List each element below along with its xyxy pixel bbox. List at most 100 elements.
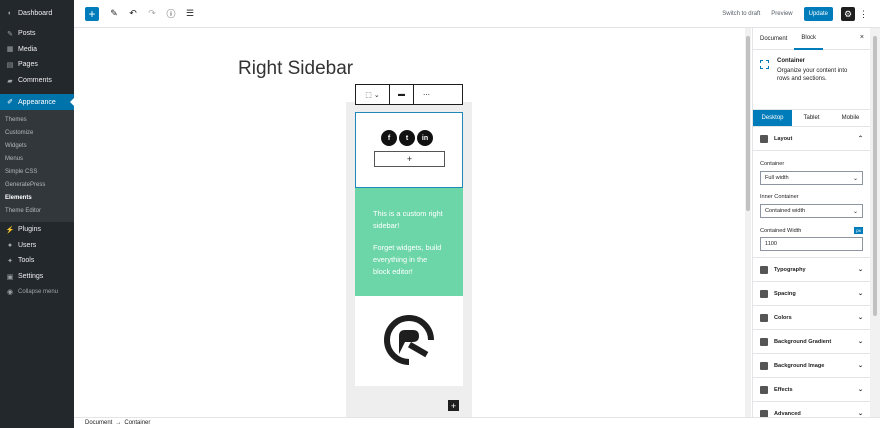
tab-mobile[interactable]: Mobile <box>831 110 870 126</box>
menu-pages[interactable]: ▤ Pages <box>0 57 74 73</box>
submenu-elements[interactable]: Elements <box>0 192 74 205</box>
tab-block[interactable]: Block <box>794 28 824 50</box>
section-typography[interactable]: Typography ⌄ <box>753 258 870 282</box>
contained-width-label: Contained Width <box>760 227 802 234</box>
linkedin-icon[interactable]: in <box>417 130 433 146</box>
kebab-icon: ⋮ <box>859 8 868 19</box>
submenu-widgets[interactable]: Widgets <box>0 140 74 153</box>
undo-button[interactable]: ↶ <box>125 5 141 23</box>
canvas-add-block-button[interactable]: + <box>448 400 459 411</box>
facebook-icon[interactable]: f <box>381 130 397 146</box>
outline-button[interactable]: ☰ <box>182 5 198 23</box>
contained-width-input[interactable]: 1100 <box>760 237 863 251</box>
editor-canvas: Right Sidebar ⬚ ⌄ ▬ ⋯ f t in + This is a… <box>74 28 745 417</box>
info-button[interactable]: ⓘ <box>163 5 179 23</box>
custom-text-container[interactable]: This is a custom right sidebar! Forget w… <box>355 188 463 296</box>
user-icon: ● <box>7 241 13 249</box>
device-tabs: Desktop Tablet Mobile <box>753 110 870 127</box>
add-block-button[interactable]: + <box>85 6 99 21</box>
menu-collapse[interactable]: ◉ Collapse menu <box>0 284 74 300</box>
more-options-button[interactable]: ⋮ <box>859 9 868 20</box>
container-icon: ⬚ ⌄ <box>365 91 380 99</box>
submenu-themes[interactable]: Themes <box>0 114 74 127</box>
section-colors[interactable]: Colors ⌄ <box>753 306 870 330</box>
logo-container[interactable] <box>355 296 463 386</box>
menu-users[interactable]: ● Users <box>0 238 74 254</box>
wrench-icon: ✦ <box>7 257 13 265</box>
menu-plugins[interactable]: ⚡ Plugins <box>0 222 74 238</box>
tab-document[interactable]: Document <box>753 28 794 50</box>
submenu-customize[interactable]: Customize <box>0 127 74 140</box>
chevron-down-icon: ⌄ <box>857 363 863 369</box>
menu-posts[interactable]: ✎ Posts <box>0 26 74 42</box>
align-button[interactable]: ▬ <box>390 85 414 104</box>
pages-icon: ▤ <box>6 61 14 69</box>
block-more-button[interactable]: ⋯ <box>414 85 439 104</box>
section-spacing[interactable]: Spacing ⌄ <box>753 282 870 306</box>
media-icon: ▦ <box>6 46 14 54</box>
inner-container-select[interactable]: Contained width ⌄ <box>760 204 863 218</box>
close-icon[interactable]: × <box>860 34 864 41</box>
panel-scrollbar-thumb[interactable] <box>873 36 877 316</box>
block-card: Container Organize your content into row… <box>753 50 870 110</box>
tab-desktop[interactable]: Desktop <box>753 110 792 126</box>
menu-settings[interactable]: ▣ Settings <box>0 269 74 285</box>
twitter-icon[interactable]: t <box>399 130 415 146</box>
update-button[interactable]: Update <box>803 7 833 21</box>
section-background-gradient[interactable]: Background Gradient ⌄ <box>753 330 870 354</box>
menu-tools[interactable]: ✦ Tools <box>0 253 74 269</box>
social-icons: f t in <box>381 130 433 146</box>
chevron-down-icon: ⌄ <box>857 315 863 321</box>
inner-container-label: Inner Container <box>760 194 799 200</box>
panel-scrollbar[interactable] <box>870 28 880 417</box>
layout-settings: Container Full width ⌄ Inner Container Co… <box>753 151 870 258</box>
redo-button[interactable]: ↷ <box>144 5 160 23</box>
generatepress-logo-icon <box>384 315 435 366</box>
dashboard-icon: ◐ <box>7 9 13 17</box>
sidebar-text-2[interactable]: Forget widgets, build everything in the … <box>373 242 445 278</box>
container-label: Container <box>760 161 785 167</box>
image-icon <box>760 361 768 370</box>
breadcrumb-container[interactable]: Container <box>124 420 150 426</box>
canvas-scrollbar-thumb[interactable] <box>746 36 750 211</box>
submenu-theme-editor[interactable]: Theme Editor <box>0 205 74 218</box>
effects-icon <box>760 385 768 394</box>
gradient-icon <box>760 337 768 346</box>
menu-appearance[interactable]: ✐ Appearance <box>0 94 74 110</box>
sidebar-text-1[interactable]: This is a custom right sidebar! <box>373 208 445 232</box>
switch-to-draft-button[interactable]: Switch to draft <box>722 11 760 17</box>
inserter-button[interactable]: + <box>374 151 445 167</box>
submenu-simple-css[interactable]: Simple CSS <box>0 166 74 179</box>
breadcrumb-document[interactable]: Document <box>85 420 112 426</box>
block-type-button[interactable]: ⬚ ⌄ <box>356 85 390 104</box>
social-container[interactable]: f t in + <box>355 112 463 188</box>
edit-tool-button[interactable]: ✎ <box>106 5 122 23</box>
menu-comments[interactable]: ▰ Comments <box>0 73 74 89</box>
tab-tablet[interactable]: Tablet <box>792 110 831 126</box>
toolbar-actions: Switch to draft Preview Update ⚙ ⋮ <box>722 0 880 28</box>
preview-button[interactable]: Preview <box>771 11 792 17</box>
page-title[interactable]: Right Sidebar <box>238 58 353 80</box>
advanced-icon <box>760 409 768 417</box>
menu-media[interactable]: ▦ Media <box>0 42 74 58</box>
gear-icon: ⚙ <box>843 8 853 19</box>
settings-button[interactable]: ⚙ <box>841 7 855 21</box>
spacing-icon <box>760 289 768 298</box>
submenu-menus[interactable]: Menus <box>0 153 74 166</box>
section-advanced[interactable]: Advanced ⌄ <box>753 402 870 417</box>
section-background-image[interactable]: Background Image ⌄ <box>753 354 870 378</box>
inner-blocks: f t in + This is a custom right sidebar!… <box>355 112 463 386</box>
unit-toggle[interactable]: px <box>854 227 863 234</box>
layout-section-toggle[interactable]: Layout ⌃ <box>753 127 870 151</box>
align-icon: ▬ <box>398 91 405 98</box>
contained-width-row: Contained Width px <box>760 227 863 234</box>
block-title: Container <box>777 58 806 64</box>
submenu-generatepress[interactable]: GeneratePress <box>0 179 74 192</box>
chevron-down-icon: ⌄ <box>852 175 858 182</box>
canvas-scrollbar[interactable] <box>745 28 751 417</box>
menu-dashboard[interactable]: ◐ Dashboard <box>0 0 74 26</box>
container-select[interactable]: Full width ⌄ <box>760 171 863 185</box>
section-effects[interactable]: Effects ⌄ <box>753 378 870 402</box>
info-icon: ⓘ <box>166 9 176 19</box>
chevron-down-icon: ⌄ <box>857 291 863 297</box>
